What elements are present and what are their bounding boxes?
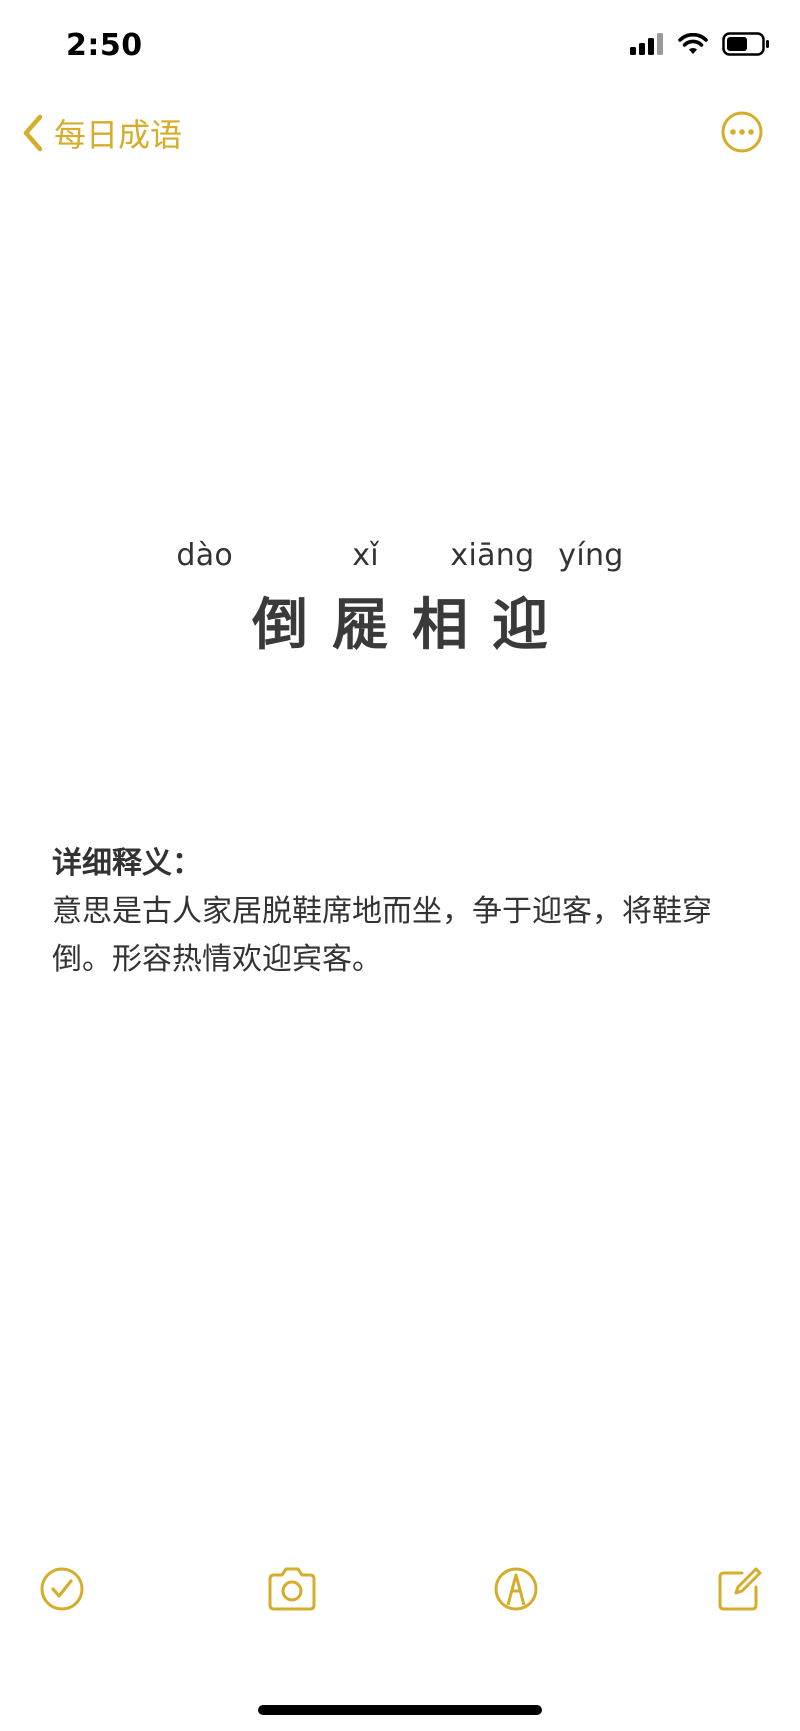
definition-heading: 详细释义： [52,846,202,881]
home-indicator[interactable] [258,1705,542,1715]
more-button[interactable] [720,110,764,154]
status-icons [630,32,770,56]
idiom-title: 倒屣相迎 [252,593,572,658]
wifi-icon [678,33,708,54]
back-label: 每日成语 [54,116,183,154]
checklist-button[interactable] [34,1561,90,1617]
status-bar: 2:50 [0,0,800,100]
checklist-icon [40,1567,84,1611]
ellipsis-circle-icon [721,111,763,153]
compose-icon [718,1567,762,1611]
camera-button[interactable] [264,1561,320,1617]
idiom-pinyin: dào xǐ xiāng yíng [176,538,624,573]
battery-icon [722,32,769,56]
cellular-signal-icon [630,33,663,55]
markup-icon [494,1567,538,1611]
camera-icon [268,1567,316,1611]
back-button[interactable]: 每日成语 [22,110,182,156]
markup-button[interactable] [488,1561,544,1617]
definition-body: 意思是古人家居脱鞋席地而坐，争于迎客，将鞋穿倒。形容热情欢迎宾客。 [52,894,712,977]
bottom-toolbar [0,1561,800,1621]
definition-section: 详细释义： 意思是古人家居脱鞋席地而坐，争于迎客，将鞋穿倒。形容热情欢迎宾客。 [52,840,740,984]
compose-button[interactable] [712,1561,768,1617]
status-time: 2:50 [66,28,143,63]
chevron-left-icon [23,114,43,152]
nav-bar: 每日成语 [0,100,800,172]
